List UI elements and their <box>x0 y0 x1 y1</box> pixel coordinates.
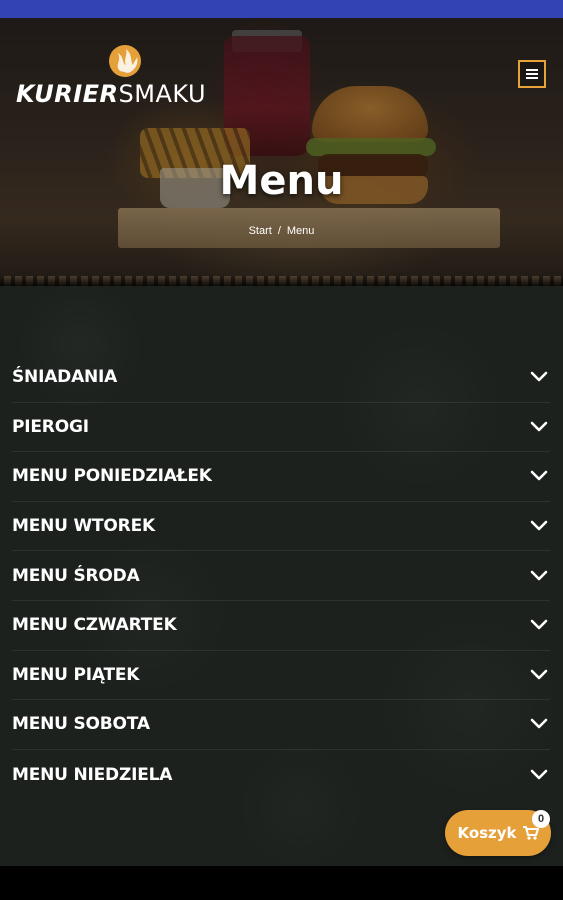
breadcrumb: Start / Menu <box>0 225 563 237</box>
hamburger-menu-button[interactable] <box>518 60 546 88</box>
chevron-down-icon[interactable] <box>530 619 548 631</box>
menu-category-label: ŚNIADANIA <box>12 367 118 388</box>
bottom-navigation-bar <box>0 866 563 900</box>
chevron-down-icon[interactable] <box>530 669 548 681</box>
chevron-down-icon[interactable] <box>530 769 548 781</box>
chevron-down-icon[interactable] <box>530 371 548 383</box>
menu-category-label: MENU NIEDZIELA <box>12 764 173 785</box>
cart-icon <box>522 826 539 840</box>
menu-content: ŚNIADANIA PIEROGI MENU PONIEDZIAŁEK MENU WT… <box>0 286 563 866</box>
breadcrumb-separator: / <box>277 225 281 237</box>
cart-count-badge: 0 <box>532 810 550 828</box>
site-logo[interactable]: KURIERSMAKU <box>16 44 246 116</box>
status-bar <box>0 0 563 18</box>
menu-category-label: MENU PONIEDZIAŁEK <box>12 466 212 487</box>
menu-category-item[interactable]: PIEROGI <box>12 403 550 453</box>
cart-label: Koszyk <box>457 824 517 842</box>
hamburger-icon <box>526 69 538 79</box>
page-title: Menu <box>219 158 344 204</box>
menu-category-label: MENU PIĄTEK <box>12 664 140 685</box>
logo-wordmark: KURIERSMAKU <box>16 80 206 108</box>
menu-category-item[interactable]: MENU ŚRODA <box>12 551 550 601</box>
menu-accordion: ŚNIADANIA PIEROGI MENU PONIEDZIAŁEK MENU WT… <box>12 353 550 799</box>
breadcrumb-current: Menu <box>286 225 315 237</box>
menu-category-item[interactable]: ŚNIADANIA <box>12 353 550 403</box>
flame-icon <box>109 45 141 77</box>
menu-category-item[interactable]: MENU WTOREK <box>12 502 550 552</box>
menu-category-label: MENU CZWARTEK <box>12 615 177 636</box>
menu-category-item[interactable]: MENU SOBOTA <box>12 700 550 750</box>
menu-category-item[interactable]: MENU NIEDZIELA <box>12 750 550 800</box>
menu-category-item[interactable]: MENU PONIEDZIAŁEK <box>12 452 550 502</box>
chevron-down-icon[interactable] <box>530 470 548 482</box>
chevron-down-icon[interactable] <box>530 570 548 582</box>
menu-category-item[interactable]: MENU CZWARTEK <box>12 601 550 651</box>
menu-category-label: MENU SOBOTA <box>12 714 150 735</box>
menu-category-label: MENU ŚRODA <box>12 565 140 586</box>
logo-text-bold: KURIER <box>16 80 119 108</box>
chevron-down-icon[interactable] <box>530 718 548 730</box>
logo-text-light: SMAKU <box>118 80 207 108</box>
hero-bottom-edge <box>0 276 563 286</box>
chevron-down-icon[interactable] <box>530 520 548 532</box>
menu-category-label: MENU WTOREK <box>12 516 155 537</box>
menu-category-item[interactable]: MENU PIĄTEK <box>12 651 550 701</box>
breadcrumb-link-start[interactable]: Start <box>249 225 272 237</box>
chevron-down-icon[interactable] <box>530 421 548 433</box>
menu-category-label: PIEROGI <box>12 416 89 437</box>
